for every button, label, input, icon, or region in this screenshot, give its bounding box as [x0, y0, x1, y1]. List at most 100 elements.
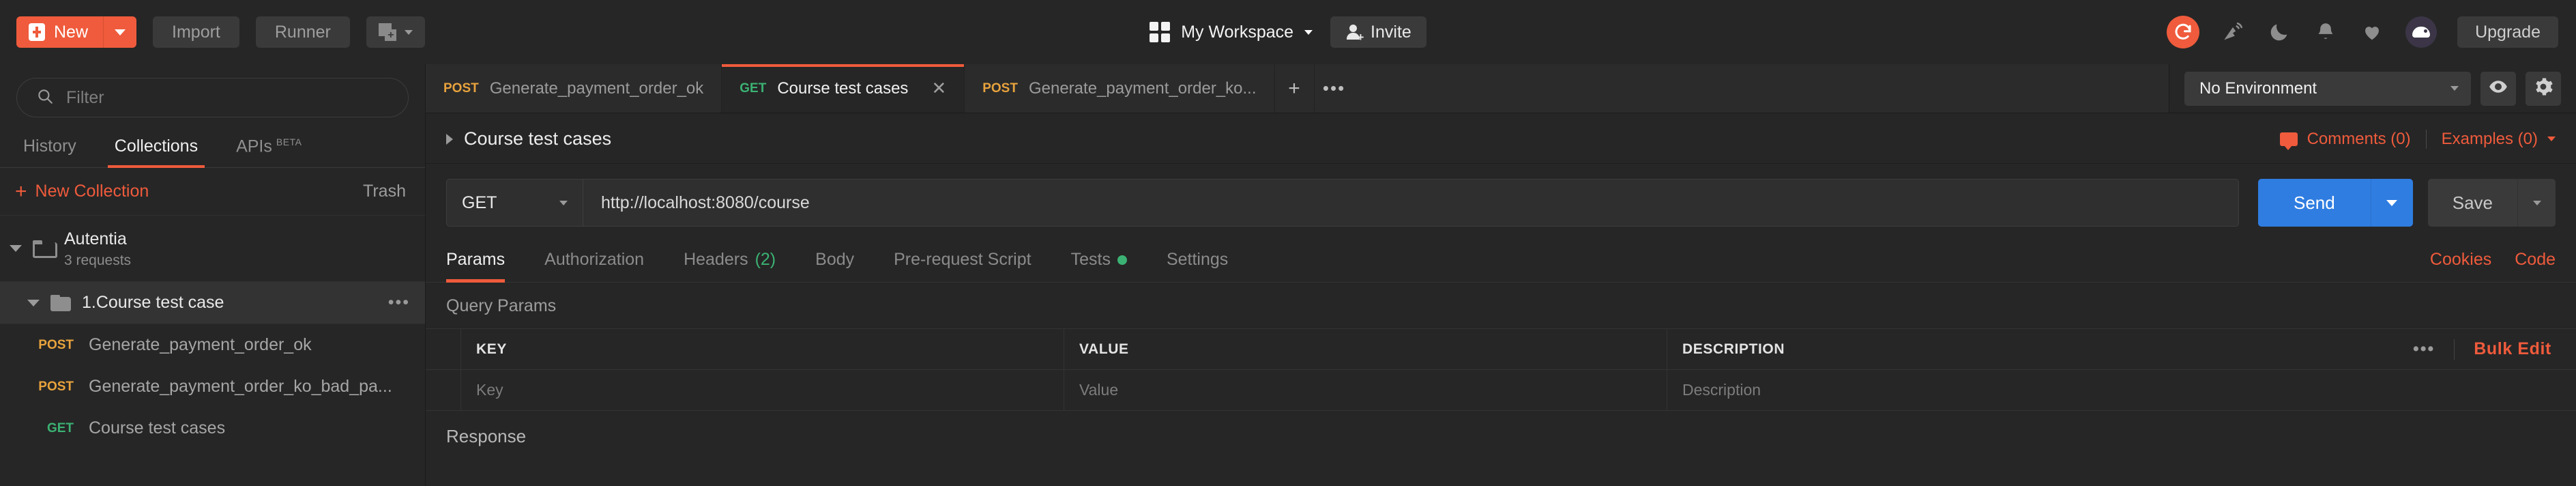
list-item[interactable]: GET Course test cases — [0, 408, 425, 449]
save-button-label: Save — [2452, 192, 2493, 213]
url-input[interactable]: http://localhost:8080/course — [583, 179, 2239, 227]
tab-params[interactable]: Params — [446, 240, 506, 283]
sidebar-tab-apis-label: APIs — [236, 137, 272, 156]
search-input[interactable]: Filter — [16, 78, 409, 117]
trash-link[interactable]: Trash — [363, 182, 406, 201]
url-value: http://localhost:8080/course — [601, 192, 810, 212]
tab-pre-request-script-label: Pre-request Script — [894, 250, 1031, 269]
filter-container: Filter — [0, 64, 425, 130]
search-placeholder: Filter — [66, 87, 104, 107]
new-button-label: New — [54, 22, 89, 42]
tab-pre-request-script[interactable]: Pre-request Script — [894, 240, 1031, 282]
sidebar-tab-history[interactable]: History — [4, 130, 96, 167]
description-header-inner: DESCRIPTION ••• Bulk Edit — [1682, 339, 2561, 360]
invite-button[interactable]: + Invite — [1330, 16, 1426, 48]
chevron-down-icon — [2450, 86, 2459, 91]
tab-authorization[interactable]: Authorization — [544, 240, 644, 282]
new-collection-button[interactable]: + New Collection — [15, 181, 149, 201]
sidebar-tab-collections-label: Collections — [114, 137, 199, 156]
collection-name: Autentia — [64, 229, 127, 249]
tab-course-test-cases[interactable]: GET Course test cases ✕ — [722, 64, 965, 113]
save-button[interactable]: Save — [2427, 179, 2517, 227]
tab-generate-payment-order-ok[interactable]: POST Generate_payment_order_ok — [426, 64, 722, 113]
tab-settings-label: Settings — [1166, 250, 1229, 269]
person-add-icon: + — [1345, 24, 1364, 43]
cell-value[interactable]: Value — [1064, 370, 1667, 410]
chevron-down-icon[interactable] — [27, 299, 40, 306]
new-button-dropdown[interactable] — [104, 16, 136, 48]
table-row[interactable]: Key Value Description — [426, 370, 2576, 411]
gear-icon — [2533, 76, 2553, 100]
app-body: Filter History Collections APIs BETA + Ne… — [0, 64, 2576, 486]
upgrade-button[interactable]: Upgrade — [2457, 16, 2558, 48]
environment-settings-button[interactable] — [2526, 71, 2561, 106]
search-icon — [36, 87, 54, 109]
chevron-right-icon[interactable] — [446, 133, 453, 145]
tab-headers-label: Headers — [684, 250, 748, 269]
environment-selector[interactable]: No Environment — [2184, 71, 2471, 106]
new-collection-label: New Collection — [35, 182, 149, 201]
code-link[interactable]: Code — [2515, 250, 2556, 270]
chevron-down-icon — [1304, 29, 1313, 35]
send-dropdown-button[interactable] — [2370, 179, 2413, 227]
heart-icon[interactable] — [2359, 19, 2385, 45]
chevron-down-icon — [404, 29, 413, 35]
workspace-selector[interactable]: My Workspace — [1150, 22, 1313, 42]
comments-button[interactable]: Comments (0) — [2279, 130, 2411, 150]
table-more-icon[interactable]: ••• — [2413, 339, 2435, 359]
examples-button[interactable]: Examples (0) — [2442, 130, 2556, 149]
list-item[interactable]: POST Generate_payment_order_ok — [0, 324, 425, 366]
sidebar-tab-collections[interactable]: Collections — [96, 130, 217, 169]
tab-generate-payment-order-ko[interactable]: POST Generate_payment_order_ko... — [965, 64, 1275, 113]
avatar[interactable] — [2405, 16, 2438, 48]
new-collection-row: + New Collection Trash — [0, 168, 425, 216]
runner-button[interactable]: Runner — [255, 16, 350, 48]
save-dropdown-button[interactable] — [2517, 179, 2556, 227]
broadcast-icon[interactable] — [2220, 19, 2246, 45]
import-button[interactable]: Import — [153, 16, 239, 48]
new-button[interactable]: New — [16, 16, 137, 48]
tab-headers[interactable]: Headers (2) — [684, 240, 776, 282]
tab-more-icon[interactable]: ••• — [1315, 64, 1354, 113]
cookies-link[interactable]: Cookies — [2430, 250, 2491, 270]
tab-tests[interactable]: Tests — [1071, 240, 1127, 282]
chevron-down-icon[interactable] — [10, 245, 22, 253]
query-params-table: KEY VALUE DESCRIPTION ••• Bulk Edit Key … — [426, 328, 2576, 411]
breadcrumb-left[interactable]: Course test cases — [446, 128, 611, 149]
divider — [2454, 339, 2455, 360]
collection-item-autentia[interactable]: Autentia 3 requests — [0, 216, 425, 283]
grid-icon — [1150, 22, 1171, 42]
column-header-key: KEY — [461, 329, 1064, 369]
tab-settings[interactable]: Settings — [1167, 240, 1228, 282]
list-item[interactable]: POST Generate_payment_order_ko_bad_pa... — [0, 366, 425, 408]
tab-tests-label: Tests — [1070, 250, 1111, 269]
new-window-icon: + — [378, 23, 396, 41]
send-button-label: Send — [2294, 192, 2335, 213]
request-method: POST — [38, 337, 74, 352]
invite-button-label: Invite — [1371, 22, 1411, 42]
sidebar-tab-apis[interactable]: APIs BETA — [217, 130, 321, 167]
tab-body[interactable]: Body — [815, 240, 854, 282]
runner-button-label: Runner — [274, 22, 331, 42]
tab-params-label: Params — [446, 250, 506, 269]
bulk-edit-link[interactable]: Bulk Edit — [2474, 339, 2551, 359]
cell-key[interactable]: Key — [461, 370, 1064, 410]
chevron-down-icon — [559, 200, 568, 205]
folder-more-icon[interactable]: ••• — [388, 293, 410, 313]
row-checkbox[interactable] — [426, 370, 461, 410]
sync-icon[interactable] — [2167, 16, 2200, 48]
bell-icon[interactable] — [2313, 19, 2339, 45]
new-button-main[interactable]: New — [16, 16, 104, 48]
folder-icon — [50, 294, 71, 311]
folder-item-course-test-case[interactable]: 1.Course test case ••• — [0, 282, 425, 325]
moon-icon[interactable] — [2266, 19, 2292, 45]
cell-description[interactable]: Description — [1667, 370, 2576, 410]
environment-quick-look-button[interactable] — [2480, 71, 2516, 106]
add-tab-button[interactable]: + — [1275, 64, 1315, 113]
new-window-button[interactable]: + — [366, 16, 425, 48]
request-name: Generate_payment_order_ko_bad_pa... — [89, 377, 392, 397]
send-button[interactable]: Send — [2258, 179, 2371, 227]
close-icon[interactable]: ✕ — [931, 78, 946, 99]
method-selector[interactable]: GET — [446, 179, 583, 227]
sidebar-tabs: History Collections APIs BETA — [0, 130, 425, 169]
